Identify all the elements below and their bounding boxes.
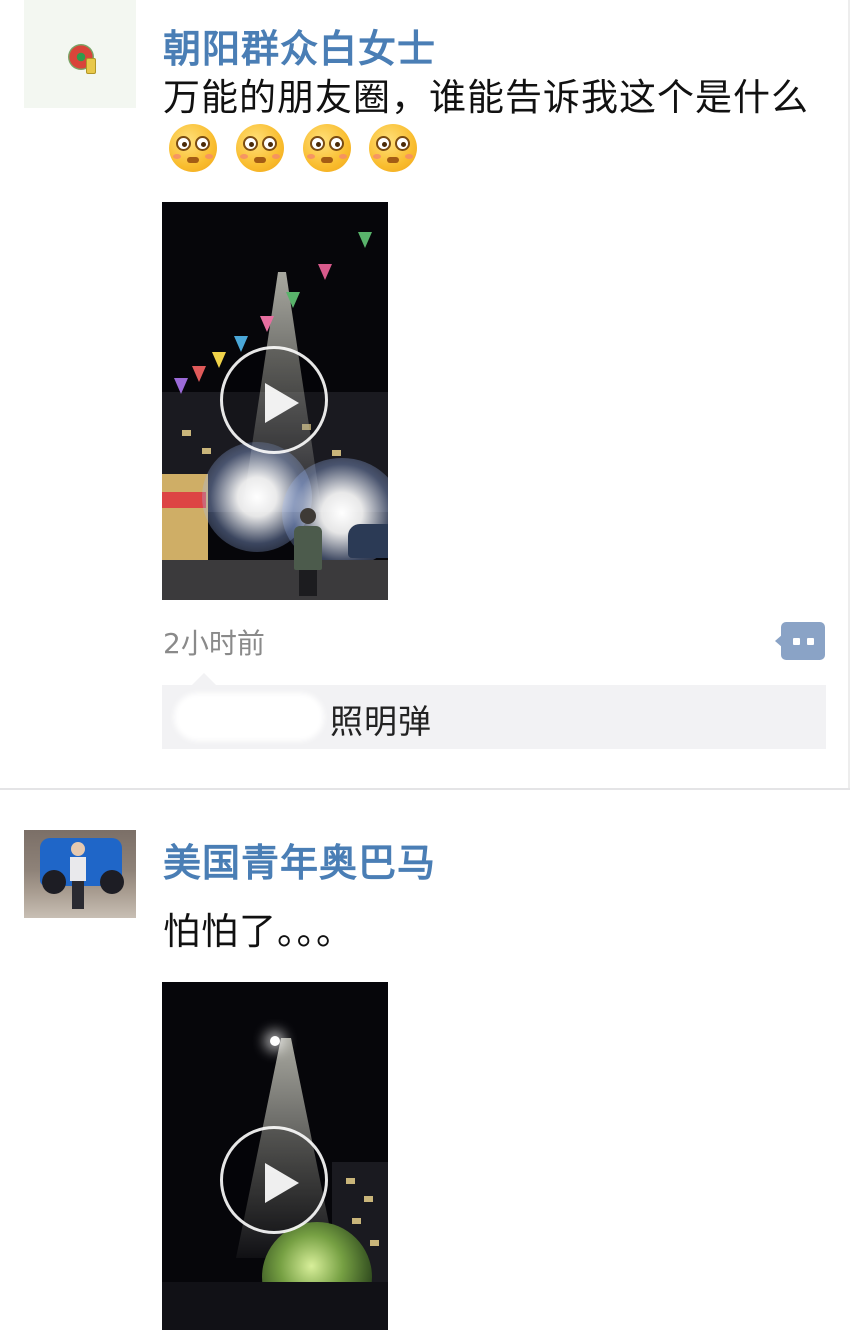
avatar-wheel [42,870,66,894]
comment-icon-dot [793,638,800,645]
comment-icon-dot [807,638,814,645]
play-icon[interactable] [220,346,328,454]
bunting-flag [212,352,226,368]
bunting-flag [234,336,248,352]
comment-section: 照明弹 [162,673,826,749]
bunting-flag [192,366,206,382]
moment-post: 朝阳群众白女士 万能的朋友圈，谁能告诉我这个是什么 2小时前 照明弹 [0,0,850,788]
window-light [364,1196,373,1202]
window-light [352,1218,361,1224]
window-light [182,430,191,436]
avatar-wheel [100,870,124,894]
timestamp: 2小时前 [163,627,265,660]
avatar-person [70,842,86,912]
flushed-face-emoji-icon [169,124,217,172]
flare-light [270,1036,280,1046]
bunting-flag [286,292,300,308]
flushed-face-emoji-icon [302,124,351,172]
bunting-flag [318,264,332,280]
video-thumbnail[interactable] [162,982,388,1330]
person [294,508,322,598]
avatar[interactable] [24,0,136,108]
post-text: 万能的朋友圈，谁能告诉我这个是什么 [163,72,823,178]
comment-text[interactable]: 照明弹 [330,695,432,743]
street [162,560,388,600]
username[interactable]: 朝阳群众白女士 [163,18,436,73]
bunting-flag [174,378,188,394]
storefront [162,474,208,574]
play-icon[interactable] [220,1126,328,1234]
comment-menu-button[interactable] [775,622,825,660]
moment-post: 美国青年奥巴马 怕怕了。。。 [0,790,850,1330]
post-text-body: 万能的朋友圈，谁能告诉我这个是什么 [163,76,809,119]
flushed-face-emoji-icon [235,124,284,172]
avatar-graphic-stick [86,58,96,74]
car [348,524,388,558]
window-light [332,450,341,456]
video-thumbnail[interactable] [162,202,388,600]
post-text: 怕怕了。。。 [163,910,354,953]
comment-icon [781,622,825,660]
avatar[interactable] [24,830,136,940]
shop-sign [162,492,206,508]
flushed-face-emoji-icon [369,124,418,172]
bunting-flag [260,316,274,332]
comment-author-redacted[interactable] [174,693,324,741]
username[interactable]: 美国青年奥巴马 [163,832,436,887]
ground-silhouette [162,1282,388,1330]
window-light [346,1178,355,1184]
comment-pointer [192,673,216,685]
bunting-flag [358,232,372,248]
window-light [202,448,211,454]
window-light [370,1240,379,1246]
